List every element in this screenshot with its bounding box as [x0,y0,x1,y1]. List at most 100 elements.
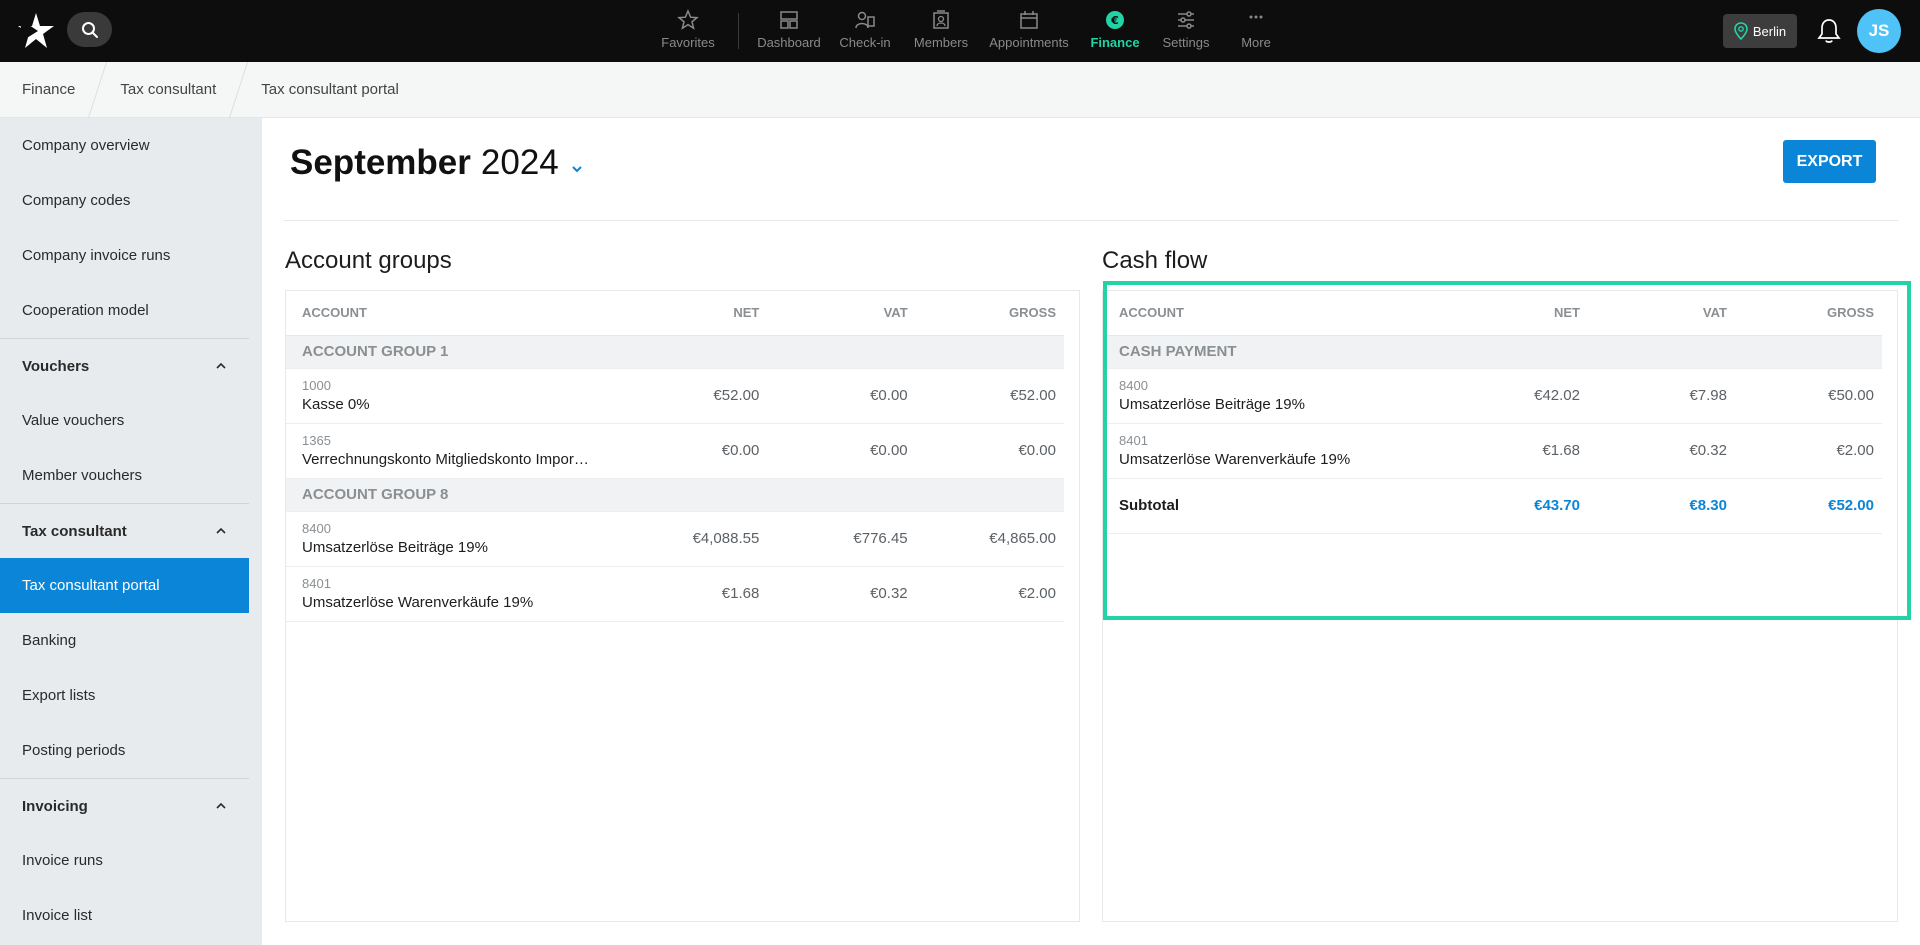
group-row: ACCOUNT GROUP 1 [286,335,1064,369]
nav-label: Appointments [989,35,1069,50]
month-selector[interactable]: September 2024 [290,143,583,183]
search-icon [81,21,98,38]
chevron-up-icon [216,362,226,369]
main-nav: Favorites Dashboard Check-in Members App… [650,0,1291,62]
nav-label: Check-in [839,35,891,50]
search-button[interactable] [67,12,112,47]
net-value: €52.00 [618,368,768,424]
account-name: Umsatzerlöse Warenverkäufe 19% [302,594,534,611]
nav-check-in[interactable]: Check-in [827,0,903,62]
nav-divider [738,13,739,49]
location-pin-icon [1734,22,1748,40]
nav-appointments[interactable]: Appointments [979,0,1079,62]
sidebar-section-tax-consultant[interactable]: Tax consultant [0,503,249,558]
year-label: 2024 [480,143,559,182]
table-row: 1000 Kasse 0% €52.00 €0.00 €52.00 [286,368,1064,424]
sidebar-section-invoicing[interactable]: Invoicing [0,778,249,833]
vat-value: €0.00 [767,423,916,479]
group-label: CASH PAYMENT [1103,335,1882,369]
sidebar-item-company-invoice-runs[interactable]: Company invoice runs [0,228,249,283]
logo-star-icon[interactable] [16,11,56,51]
sidebar-item-banking[interactable]: Banking [0,613,249,668]
net-value: €0.00 [618,423,768,479]
export-button[interactable]: EXPORT [1783,140,1876,183]
nav-label: More [1241,35,1271,50]
vat-value: €776.45 [767,511,916,567]
cash-flow-panel: ACCOUNT NET VAT GROSS CASH PAYMENT 8400 U… [1102,290,1898,922]
vat-value: €0.32 [1588,423,1735,479]
account-name: Kasse 0% [302,396,370,413]
nav-label: Members [913,35,969,50]
gross-value: €2.00 [915,566,1064,622]
column-header-vat: VAT [1588,291,1735,336]
net-value: €1.68 [618,566,768,622]
sidebar-item-company-overview[interactable]: Company overview [0,118,249,173]
nav-settings[interactable]: Settings [1151,0,1221,62]
account-groups-panel: ACCOUNT NET VAT GROSS ACCOUNT GROUP 1 10… [285,290,1080,922]
vat-value: €0.00 [767,368,916,424]
nav-more[interactable]: More [1221,0,1291,62]
nav-label: Settings [1162,35,1210,50]
nav-dashboard[interactable]: Dashboard [751,0,827,62]
table-row: 8400 Umsatzerlöse Beiträge 19% €42.02 €7.… [1103,368,1882,424]
breadcrumb-tax-consultant[interactable]: Tax consultant [98,62,238,118]
sidebar-item-invoice-runs[interactable]: Invoice runs [0,833,249,888]
column-header-account: ACCOUNT [286,291,619,336]
table-header-row: ACCOUNT NET VAT GROSS [286,291,1064,336]
subtotal-row: Subtotal €43.70 €8.30 €52.00 [1103,478,1882,534]
breadcrumb-tax-consultant-portal: Tax consultant portal [261,81,399,98]
euro-icon: € [1106,11,1124,29]
location-label: Berlin [1752,23,1787,39]
account-name: Verrechnungskonto Mitgliedskonto Impor… [302,451,589,468]
account-groups-table: ACCOUNT NET VAT GROSS ACCOUNT GROUP 1 10… [286,291,1064,622]
column-header-gross: GROSS [1735,291,1882,336]
breadcrumb: Finance Tax consultant Tax consultant po… [0,61,1920,118]
location-button[interactable]: Berlin [1723,14,1797,48]
sidebar-item-member-vouchers[interactable]: Member vouchers [0,448,249,503]
nav-favorites[interactable]: Favorites [650,0,726,62]
svg-text:€: € [1110,14,1119,27]
month-label: September [290,143,471,182]
account-name: Umsatzerlöse Beiträge 19% [1119,396,1305,413]
gross-value: €4,865.00 [915,511,1064,567]
account-groups-title: Account groups [285,247,452,274]
net-value: €1.68 [1441,423,1588,479]
dashboard-icon [780,11,798,29]
account-code: 1365 [302,433,331,448]
nav-label: Finance [1090,35,1140,50]
sidebar-section-label: Tax consultant [22,522,127,540]
sidebar-item-posting-periods[interactable]: Posting periods [0,723,249,778]
nav-members[interactable]: Members [903,0,979,62]
group-label: ACCOUNT GROUP 8 [286,478,1064,512]
nav-label: Favorites [661,35,715,50]
avatar[interactable]: JS [1857,9,1901,53]
vat-value: €0.32 [767,566,916,622]
bell-icon[interactable] [1816,17,1842,45]
group-label: ACCOUNT GROUP 1 [286,335,1064,369]
header-divider [284,220,1898,221]
column-header-gross: GROSS [915,291,1064,336]
sidebar-item-export-lists[interactable]: Export lists [0,668,249,723]
calendar-icon [1020,11,1038,29]
sidebar-section-label: Invoicing [22,797,88,815]
account-name: Umsatzerlöse Beiträge 19% [302,539,488,556]
sidebar-item-tax-consultant-portal[interactable]: Tax consultant portal [0,558,249,613]
net-value: €4,088.55 [618,511,768,567]
account-code: 8400 [1119,378,1148,393]
account-code: 8401 [1119,433,1148,448]
breadcrumb-finance[interactable]: Finance [0,62,97,118]
sliders-icon [1178,11,1194,29]
members-icon [933,10,949,29]
chevron-up-icon [216,802,226,809]
sidebar-item-cooperation-model[interactable]: Cooperation model [0,283,249,338]
gross-value: €52.00 [915,368,1064,424]
sidebar-section-vouchers[interactable]: Vouchers [0,338,249,393]
subtotal-gross: €52.00 [1735,478,1882,534]
sidebar-item-value-vouchers[interactable]: Value vouchers [0,393,249,448]
cash-flow-table: ACCOUNT NET VAT GROSS CASH PAYMENT 8400 U… [1103,291,1882,534]
sidebar-item-company-codes[interactable]: Company codes [0,173,249,228]
sidebar-item-invoice-list[interactable]: Invoice list [0,888,249,943]
column-header-vat: VAT [767,291,916,336]
nav-finance[interactable]: € Finance [1079,0,1151,62]
account-code: 8400 [302,521,331,536]
